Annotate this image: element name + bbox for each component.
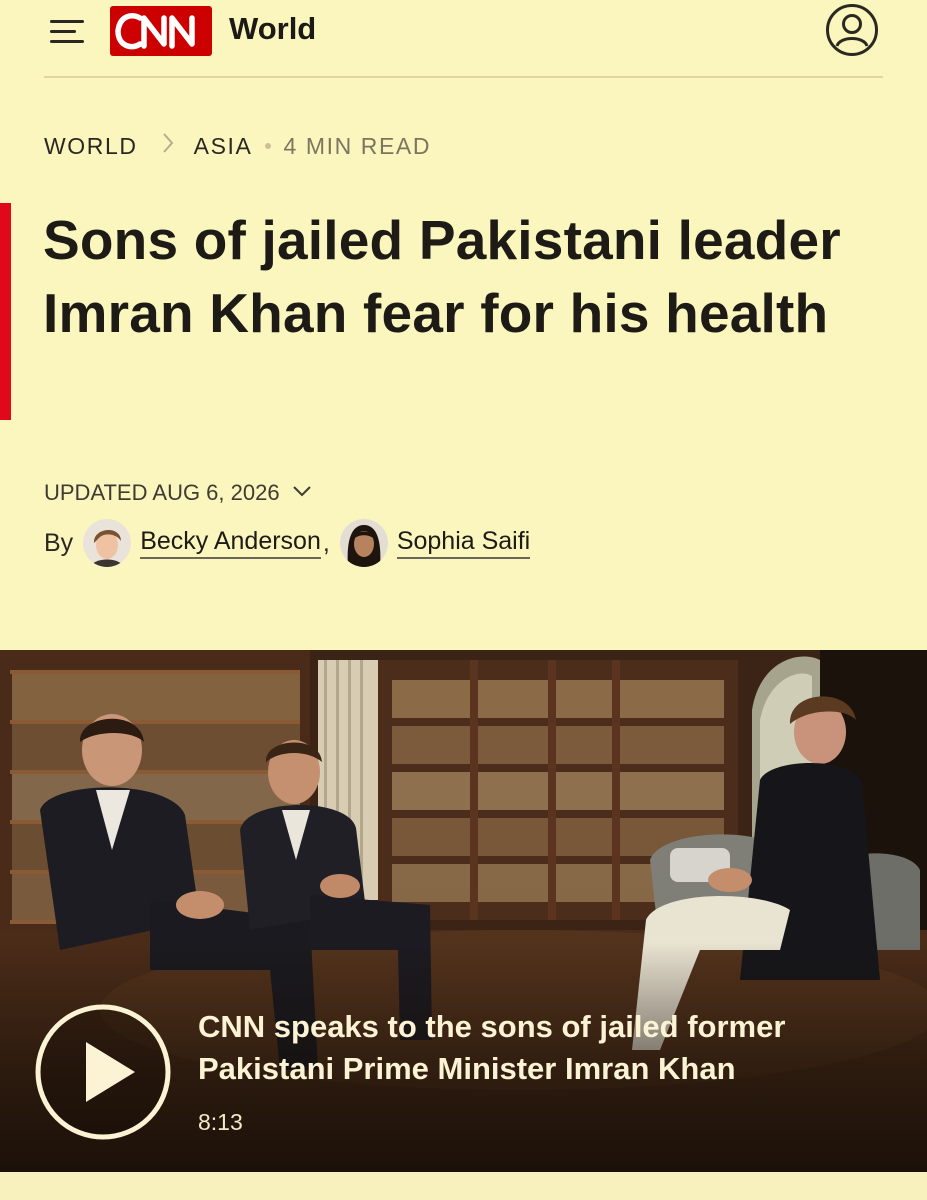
updated-text: UPDATED AUG 6, 2026 <box>44 480 280 505</box>
play-button[interactable] <box>34 1003 172 1141</box>
headline-accent-bar <box>0 203 11 420</box>
breadcrumb: WORLD ASIA 4 MIN READ <box>44 131 431 161</box>
author-link-becky-anderson[interactable]: Becky Anderson <box>140 527 321 559</box>
chevron-right-icon <box>162 132 174 160</box>
separator-dot <box>265 143 272 149</box>
top-header: World <box>44 0 883 78</box>
hamburger-menu-icon[interactable] <box>50 18 84 46</box>
video-caption[interactable]: CNN speaks to the sons of jailed former … <box>198 1006 898 1090</box>
updated-timestamp[interactable]: UPDATED AUG 6, 2026 <box>44 480 312 506</box>
page-bottom-strip <box>0 1172 927 1200</box>
author-avatar-sophia-saifi[interactable] <box>339 519 388 567</box>
user-account-icon[interactable] <box>825 3 879 57</box>
section-link-world[interactable]: World <box>229 11 316 47</box>
read-time: 4 MIN READ <box>283 132 432 159</box>
author-link-sophia-saifi[interactable]: Sophia Saifi <box>396 527 531 559</box>
breadcrumb-asia[interactable]: ASIA <box>194 133 253 160</box>
breadcrumb-world[interactable]: WORLD <box>44 133 138 160</box>
author-separator: , <box>322 528 330 557</box>
article-headline: Sons of jailed Pakistani leader Imran Kh… <box>43 209 841 344</box>
author-avatar-becky-anderson[interactable] <box>83 519 132 567</box>
by-label: By <box>44 528 74 557</box>
play-icon <box>35 1004 171 1140</box>
chevron-down-icon[interactable] <box>292 477 312 503</box>
cnn-logo[interactable] <box>110 6 212 56</box>
video-duration: 8:13 <box>198 1109 243 1135</box>
byline: By Becky Anderson , Sophia Saifi <box>44 516 531 570</box>
